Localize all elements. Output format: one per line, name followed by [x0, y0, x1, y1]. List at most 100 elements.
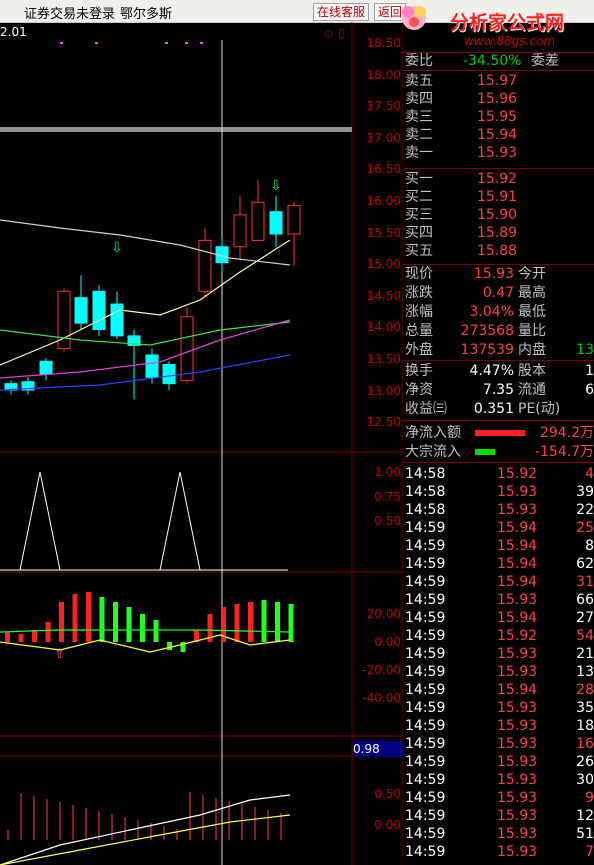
stat-value: 15.93 — [473, 266, 514, 282]
macd-bar — [261, 600, 267, 642]
stat2-label: 净资 — [405, 382, 433, 398]
bottom-readout: 0.98 — [353, 741, 403, 757]
tick-volume: 30 — [576, 772, 594, 788]
tick-time: 14:59 — [405, 808, 446, 824]
tick-volume: 66 — [576, 592, 594, 608]
stat-value: 3.04% — [469, 304, 514, 320]
tick-row: 14:59 15.93 12 — [405, 807, 594, 825]
tick-time: 14:59 — [405, 754, 446, 770]
stat2-row: 收益㈢ 0.351 PE(动) — [405, 400, 594, 418]
stat-label: 总量 — [405, 323, 433, 339]
flow-value: 294.2万 — [539, 425, 594, 441]
y-axis-label: 12.50 — [366, 415, 401, 430]
tick-price: 15.93 — [497, 790, 538, 806]
bid-price: 15.92 — [477, 171, 518, 187]
stat-row: 总量 273568 量比 — [405, 322, 594, 340]
tick-time: 14:59 — [405, 574, 446, 590]
tick-volume: 16 — [576, 736, 594, 752]
tick-time: 14:59 — [405, 736, 446, 752]
macd-bar — [288, 604, 294, 642]
stat2-label: 换手 — [405, 363, 433, 379]
candle-body — [251, 201, 265, 241]
tick-volume: 25 — [576, 520, 594, 536]
tick-volume: 9 — [585, 790, 594, 806]
tick-time: 14:58 — [405, 466, 446, 482]
stat2-value: 7.35 — [482, 382, 514, 398]
tick-row: 14:59 15.93 16 — [405, 735, 594, 753]
stat2-label-2: 流通 — [518, 382, 546, 398]
macd-bar — [234, 604, 240, 642]
y-axis-label: -20.00 — [362, 663, 401, 677]
tick-time: 14:59 — [405, 628, 446, 644]
tick-volume: 31 — [576, 574, 594, 590]
ask-label: 卖三 — [405, 109, 433, 125]
candle-body — [74, 297, 88, 324]
tick-price: 15.94 — [497, 520, 538, 536]
tick-price: 15.93 — [497, 808, 538, 824]
osc-spike — [159, 471, 201, 571]
candle-body — [287, 204, 301, 235]
window-toggle-icon[interactable]: ▯ — [338, 26, 345, 40]
y-axis-label: 20.00 — [366, 607, 401, 621]
candle-body — [233, 214, 247, 248]
webi-row: 委比 -34.50% 委差 — [405, 53, 559, 69]
bid-price: 15.90 — [477, 207, 518, 223]
tick-row: 14:58 15.93 39 — [405, 483, 594, 501]
tick-price: 15.93 — [497, 646, 538, 662]
y-axis-label: 18.50 — [366, 36, 401, 50]
flow-bar — [475, 430, 525, 436]
panel-divider — [403, 360, 594, 361]
y-axis-label: 0.00 — [374, 818, 401, 832]
candle-body — [180, 316, 194, 381]
ask-label: 卖四 — [405, 91, 433, 107]
ask-row: 卖五 15.97 — [405, 72, 594, 90]
marker-dot — [95, 42, 98, 44]
tick-row: 14:58 15.92 4 — [405, 465, 594, 483]
online-service-button[interactable]: 在线客服 — [313, 3, 370, 21]
stat-label: 现价 — [405, 266, 433, 282]
kline-chart-area[interactable]: ⇩⇩⇧ — [0, 22, 403, 865]
bid-label: 买二 — [405, 189, 433, 205]
ask-row: 卖一 15.93 — [405, 144, 594, 162]
tick-volume: 12 — [576, 808, 594, 824]
tick-volume: 4 — [585, 466, 594, 482]
macd-bar — [45, 622, 51, 642]
tick-price: 15.93 — [497, 736, 538, 752]
stat-label: 涨跌 — [405, 285, 433, 301]
tick-price: 15.93 — [497, 826, 538, 842]
tick-price: 15.93 — [497, 718, 538, 734]
macd-bar — [99, 597, 105, 642]
ask-price: 15.94 — [477, 127, 518, 143]
stat-row: 外盘 137539 内盘 13 — [405, 341, 594, 359]
tick-volume: 54 — [576, 628, 594, 644]
flow-value: -154.7万 — [534, 444, 594, 460]
stat-row: 涨跌 0.47 最高 — [405, 284, 594, 302]
tick-row: 14:59 15.94 62 — [405, 555, 594, 573]
tick-time: 14:59 — [405, 772, 446, 788]
logo-title: 分析家公式网 — [450, 12, 565, 34]
tick-row: 14:59 15.94 31 — [405, 573, 594, 591]
bid-row: 买三 15.90 — [405, 206, 594, 224]
tick-price: 15.93 — [497, 772, 538, 788]
tick-row: 14:59 15.93 9 — [405, 789, 594, 807]
flow-label: 大宗流入 — [405, 444, 461, 460]
stat-value: 0.47 — [482, 285, 514, 301]
bottom-line-white — [0, 794, 291, 865]
tick-volume: 18 — [576, 718, 594, 734]
ask-label: 卖五 — [405, 73, 433, 89]
diamond-icon[interactable]: ◇ — [324, 26, 333, 40]
panel-divider — [403, 70, 594, 71]
stat-label-2: 最高 — [518, 285, 546, 301]
marker-dot — [60, 42, 63, 44]
panel-divider — [403, 52, 594, 53]
y-axis-label: 0.75 — [374, 489, 401, 504]
ask-row: 卖三 15.95 — [405, 108, 594, 126]
stat2-value-2: 6 — [585, 382, 594, 398]
candle-body — [92, 290, 106, 330]
tick-volume: 22 — [576, 502, 594, 518]
tick-row: 14:58 15.93 22 — [405, 501, 594, 519]
tick-price: 15.94 — [497, 574, 538, 590]
tick-time: 14:59 — [405, 592, 446, 608]
macd-bar — [72, 594, 78, 642]
flow-row: 大宗流入 -154.7万 — [405, 443, 594, 461]
